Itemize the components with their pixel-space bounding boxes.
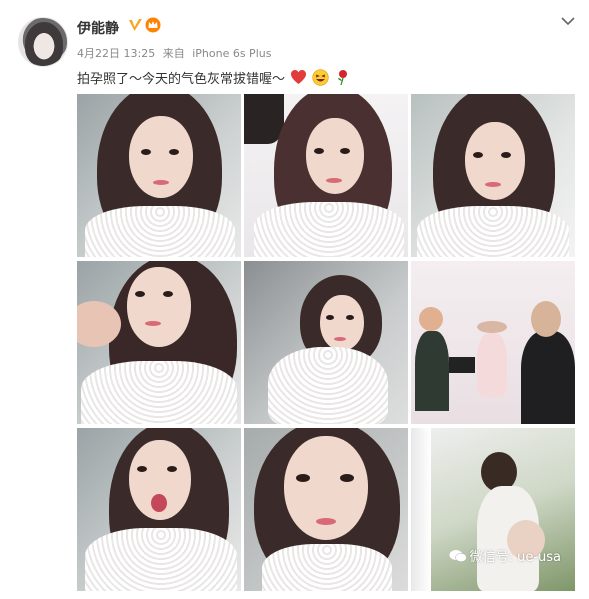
rose-emoji-icon [338,70,348,86]
username[interactable]: 伊能静 [77,18,119,38]
post-meta: 4月22日 13:25 来自 iPhone 6s Plus [77,45,271,61]
verified-badge-icon[interactable] [127,17,144,34]
photo-8[interactable] [244,428,408,591]
photo-9[interactable]: 微信号: ue-usa [411,428,575,591]
photo-1[interactable] [77,94,241,257]
photo-6[interactable] [411,261,575,424]
post-source: iPhone 6s Plus [192,47,272,60]
post-text-line: 拍孕照了～今天的气色灰常拔错喔～ [77,68,351,87]
heart-emoji-icon [291,70,307,84]
photo-7[interactable] [77,428,241,591]
vip-crown-icon[interactable] [145,17,161,33]
watermark-text: 微信号: ue-usa [469,550,561,565]
source-prefix: 来自 [162,47,185,60]
photo-3[interactable] [411,94,575,257]
photo-5[interactable] [244,261,408,424]
wechat-icon [449,550,467,562]
photo-grid: 微信号: ue-usa [77,94,575,591]
post-text: 拍孕照了～今天的气色灰常拔错喔～ [77,72,286,87]
photo-2[interactable] [244,94,408,257]
chevron-down-icon[interactable] [561,16,575,26]
photo-4[interactable] [77,261,241,424]
wechat-watermark: 微信号: ue-usa [449,546,561,565]
laughing-emoji-icon [312,69,329,86]
post-date[interactable]: 4月22日 13:25 [77,47,155,60]
avatar[interactable] [18,17,68,67]
